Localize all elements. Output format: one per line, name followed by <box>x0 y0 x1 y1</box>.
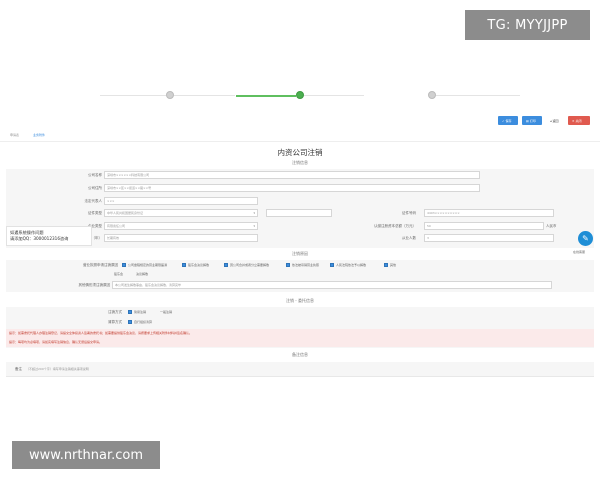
reason-option-4[interactable]: 依法被吊销营业执照 <box>286 263 319 267</box>
id-type-select[interactable]: 中华人民共和国居民身份证 <box>104 209 258 217</box>
id-no-label: 证件号码 <box>402 211 416 215</box>
remarks-divider <box>6 376 594 377</box>
save-label: 保存 <box>505 118 512 123</box>
employees-label: 从业人数 <box>402 236 416 240</box>
company-name-input[interactable]: 深圳市××××××科技有限公司 <box>104 171 480 179</box>
page-title: 内资公司注销 <box>277 148 323 157</box>
checkbox-icon <box>128 310 132 314</box>
reason-option-3[interactable]: 因公司合并或者分立需要解散 <box>224 263 269 267</box>
checkbox-icon <box>224 263 228 267</box>
form-tabs: 申请表 业务附件 <box>10 133 45 137</box>
reason-extra-text: 决议解散 <box>136 272 149 276</box>
close-icon: ✕ <box>572 118 575 123</box>
checkbox-icon <box>330 263 334 267</box>
back-button[interactable]: ◂ 返回 <box>546 116 564 125</box>
method-option-label: 自行组织清算 <box>134 320 153 324</box>
reason-extra-1: 股东会 <box>114 272 123 276</box>
tab-application[interactable]: 申请表 <box>10 133 19 137</box>
receipt-option-general[interactable]: 一般注销 <box>160 310 172 314</box>
reason-extra-text: 股东会 <box>114 272 124 276</box>
reason-option-label: 人民法院依法予以解散 <box>336 263 367 267</box>
step-1-dot[interactable] <box>166 91 174 99</box>
watermark-top: TG: MYYJJPP <box>465 10 590 40</box>
close-label: 关闭 <box>575 118 582 123</box>
section-title-basic: 注销信息 <box>292 160 308 165</box>
warning-text-2: 提示：每项均为必填项，请如实填写注销信息，确认无误后提交申请。 <box>6 338 594 347</box>
remarks-input[interactable]: （不超过200个字）填写申请注销相关事项说明 <box>24 365 590 373</box>
close-button[interactable]: ✕ 关闭 <box>568 116 590 125</box>
toolbar: ✓ 保存 ▤ 打印 ◂ 返回 ✕ 关闭 <box>498 116 590 125</box>
save-button[interactable]: ✓ 保存 <box>498 116 518 125</box>
reason-option-2[interactable]: 股东会决议解散 <box>182 263 209 267</box>
step-2-dot[interactable] <box>296 91 304 99</box>
other-reason-input[interactable]: 本公司发生解散事由，股东会决议解散，清算完毕 <box>112 281 552 289</box>
id-extra-input[interactable] <box>266 209 332 217</box>
capital-input[interactable]: 50 <box>424 222 544 230</box>
reason-option-label: 因公司合并或者分立需要解散 <box>230 263 270 267</box>
reason-option-label: 公司章程规定的营业期限届满 <box>128 263 168 267</box>
tabs-divider <box>0 141 600 142</box>
other-reason-label: 其他情形须注销原因 <box>78 283 111 287</box>
step-line <box>174 95 235 96</box>
reason-option-label: 其他 <box>390 263 397 267</box>
step-line-active <box>236 95 296 97</box>
receipt-label: 注销方式 <box>108 310 122 314</box>
method-option-self[interactable]: 自行组织清算 <box>128 320 152 324</box>
id-type-label: 证件类型 <box>88 211 102 215</box>
company-name-label: 公司名称 <box>88 173 102 177</box>
address-label: 公司住所 <box>88 186 102 190</box>
reason-option-1[interactable]: 公司章程规定的营业期限届满 <box>122 263 167 267</box>
back-label: 返回 <box>552 118 559 123</box>
chat-icon[interactable]: ✎ <box>578 231 593 246</box>
reason-option-6[interactable]: 其他 <box>384 263 396 267</box>
back-arrow-icon: ◂ <box>550 118 552 123</box>
checkbox-icon <box>128 320 132 324</box>
legal-rep-input[interactable]: ××× <box>104 197 258 205</box>
checkbox-icon <box>384 263 388 267</box>
warning-text-1: 提示：如需委托代理人办理注销登记，请提交全体投资人签署的委托书；如需要提供股东会… <box>6 329 594 338</box>
company-type-select[interactable]: 有限责任公司 <box>104 222 258 230</box>
receipt-option-label: 一般注销 <box>160 310 173 314</box>
id-no-input[interactable]: 4403×××××××××× <box>424 209 554 217</box>
checkbox-icon <box>122 263 126 267</box>
reason-option-label: 依法被吊销营业执照 <box>292 263 320 267</box>
receipt-option-label: 简易注销 <box>134 310 147 314</box>
section-title-remarks: 备注信息 <box>292 352 308 357</box>
address-input[interactable]: 深圳市××区××街道××路××号 <box>104 184 480 192</box>
term-input[interactable]: 长期有效 <box>104 234 258 242</box>
step-3-dot[interactable] <box>428 91 436 99</box>
section-title-items: 注销 - 委托信息 <box>286 298 314 303</box>
employees-input[interactable]: 3 <box>424 234 554 242</box>
reason-label: 营业执照申请注销原因 <box>83 263 118 267</box>
checkbox-icon <box>182 263 186 267</box>
method-label: 清算方式 <box>108 320 122 324</box>
reason-extra-2: 决议解散 <box>136 272 148 276</box>
remarks-label: 备注 <box>15 367 22 371</box>
capital-label: 认缴注册资本总额（万元） <box>374 224 416 228</box>
capital-unit: 人民币 <box>546 224 557 228</box>
progress-steps <box>100 91 520 101</box>
help-card: 如遇系统操作问题 请添加QQ：3000012316咨询 <box>6 226 92 246</box>
reason-option-5[interactable]: 人民法院依法予以解散 <box>330 263 366 267</box>
save-icon: ✓ <box>502 118 505 123</box>
tab-attachments[interactable]: 业务附件 <box>33 133 45 137</box>
print-label: 打印 <box>529 118 536 123</box>
watermark-bottom: www.nrthnar.com <box>12 441 160 469</box>
step-line <box>100 95 166 96</box>
step-line <box>304 95 364 96</box>
help-line-2: 请添加QQ：3000012316咨询 <box>10 235 69 241</box>
reason-option-label: 股东会决议解散 <box>188 263 210 267</box>
print-button[interactable]: ▤ 打印 <box>522 116 542 125</box>
section-title-reason: 注销原因 <box>292 251 308 256</box>
print-icon: ▤ <box>526 118 529 123</box>
receipt-option-simple[interactable]: 简易注销 <box>128 310 146 314</box>
step-line <box>436 95 520 96</box>
checkbox-icon <box>286 263 290 267</box>
legal-rep-label: 法定代表人 <box>84 199 103 203</box>
